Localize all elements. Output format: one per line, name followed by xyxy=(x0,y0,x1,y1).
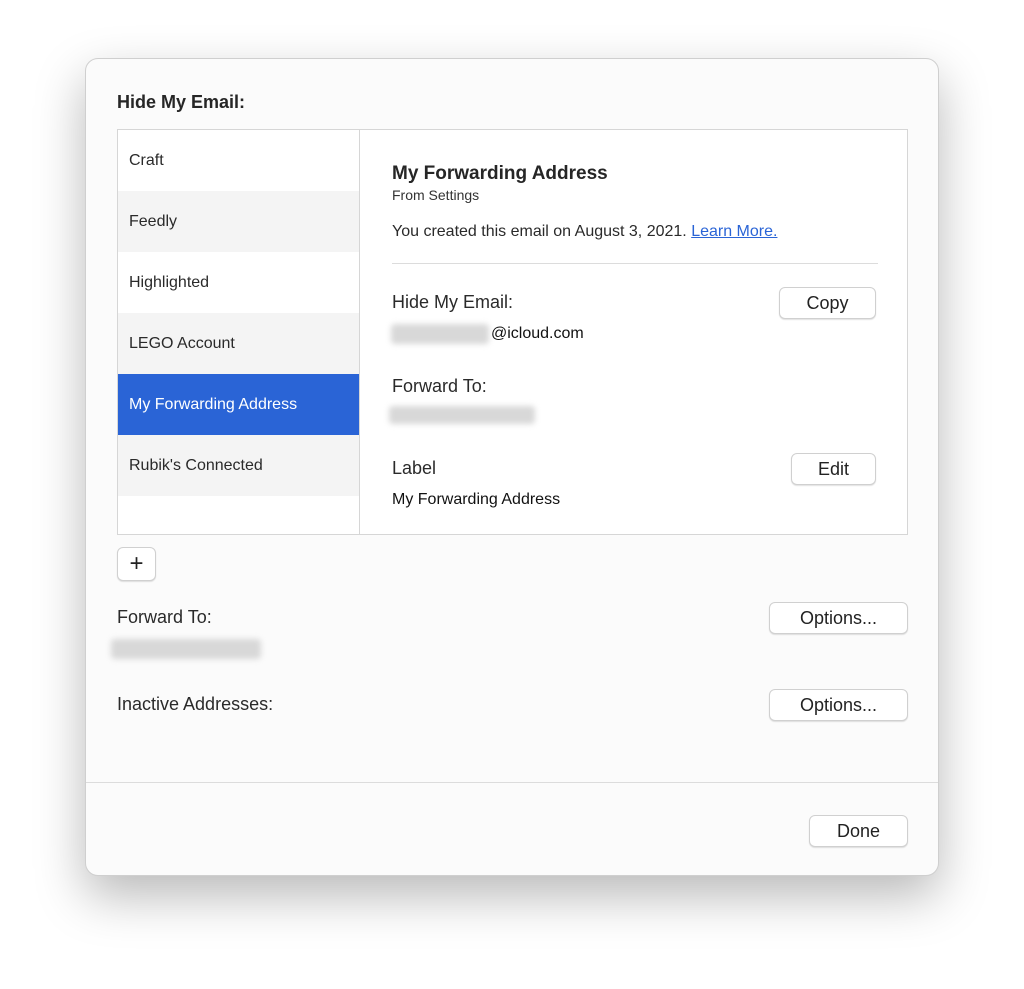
created-date: You created this email on August 3, 2021… xyxy=(392,223,687,240)
forward-options-button[interactable]: Options... xyxy=(769,602,908,634)
email-domain: @icloud.com xyxy=(491,325,584,342)
dialog-title: Hide My Email: xyxy=(117,92,246,112)
inactive-options-button[interactable]: Options... xyxy=(769,689,908,721)
list-item-my-forwarding-address[interactable]: My Forwarding Address xyxy=(118,374,359,435)
label-heading: Label xyxy=(392,458,437,478)
done-button[interactable]: Done xyxy=(809,815,908,847)
list-item-craft[interactable]: Craft xyxy=(118,130,359,191)
forward-to-label: Forward To: xyxy=(392,376,487,396)
learn-more-link[interactable]: Learn More. xyxy=(691,223,777,240)
address-list[interactable]: Craft Feedly Highlighted LEGO Account My… xyxy=(118,130,360,534)
hide-email-label: Hide My Email: xyxy=(392,292,514,312)
detail-source: From Settings xyxy=(392,187,480,203)
hide-my-email-dialog: Hide My Email: Craft Feedly Highlighted … xyxy=(85,58,939,876)
copy-button[interactable]: Copy xyxy=(779,287,876,319)
redacted-email xyxy=(391,324,489,344)
detail-pane: My Forwarding Address From Settings You … xyxy=(361,130,907,534)
divider xyxy=(392,263,878,264)
add-button[interactable]: + xyxy=(117,547,156,581)
created-text: You created this email on August 3, 2021… xyxy=(392,223,777,241)
detail-title: My Forwarding Address xyxy=(392,163,608,184)
list-item-rubiks-connected[interactable]: Rubik's Connected xyxy=(118,435,359,496)
footer-divider xyxy=(86,782,938,783)
forward-to-section-label: Forward To: xyxy=(117,607,212,627)
label-value: My Forwarding Address xyxy=(392,491,561,508)
list-item-feedly[interactable]: Feedly xyxy=(118,191,359,252)
redacted-forward-address xyxy=(389,406,535,424)
inactive-addresses-label: Inactive Addresses: xyxy=(117,694,274,714)
redacted-forward-email xyxy=(111,639,261,659)
list-item-lego-account[interactable]: LEGO Account xyxy=(118,313,359,374)
edit-button[interactable]: Edit xyxy=(791,453,876,485)
list-item-highlighted[interactable]: Highlighted xyxy=(118,252,359,313)
address-list-box: Craft Feedly Highlighted LEGO Account My… xyxy=(117,129,908,535)
